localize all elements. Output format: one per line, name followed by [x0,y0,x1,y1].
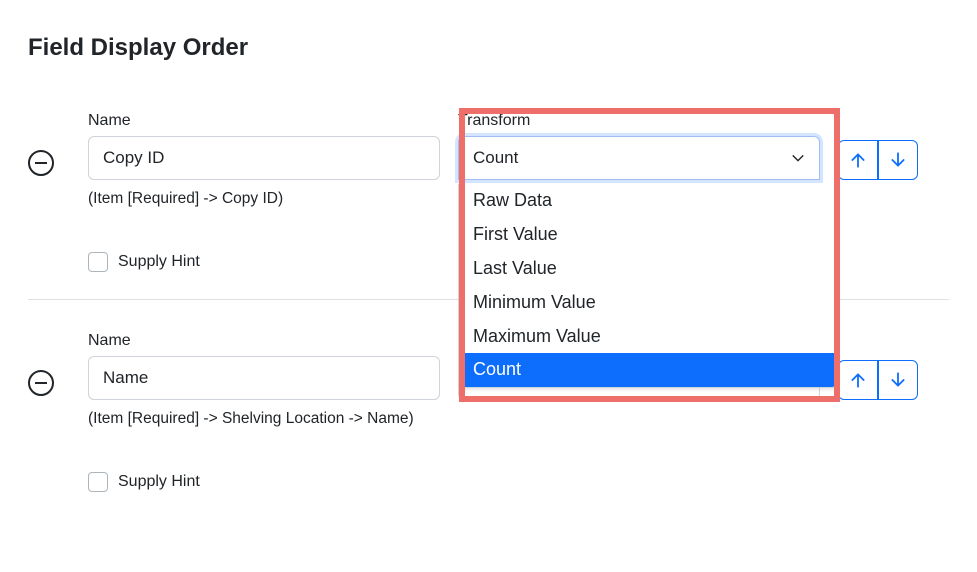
transform-option[interactable]: Last Value [459,252,837,286]
move-up-button[interactable] [838,360,878,400]
transform-option[interactable]: Count [459,353,837,387]
chevron-down-icon [791,151,805,165]
name-input[interactable] [88,136,440,180]
minus-icon [35,162,47,164]
name-label: Name [88,332,440,350]
move-down-button[interactable] [878,360,918,400]
move-down-button[interactable] [878,140,918,180]
field-path: (Item [Required] -> Copy ID) [88,190,440,208]
supply-hint-checkbox[interactable] [88,252,108,272]
arrow-up-icon [849,371,867,389]
page-title: Field Display Order [28,34,949,62]
supply-hint-label: Supply Hint [118,253,200,271]
minus-icon [35,382,47,384]
name-input[interactable] [88,356,440,400]
move-up-button[interactable] [838,140,878,180]
arrow-up-icon [849,151,867,169]
transform-select[interactable]: Count [458,136,820,180]
arrow-down-icon [889,371,907,389]
supply-hint-label: Supply Hint [118,473,200,491]
field-path: (Item [Required] -> Shelving Location ->… [88,410,440,428]
transform-option[interactable]: First Value [459,218,837,252]
remove-field-button[interactable] [28,150,54,176]
name-label: Name [88,112,440,130]
transform-option[interactable]: Maximum Value [459,320,837,354]
arrow-down-icon [889,151,907,169]
transform-option[interactable]: Minimum Value [459,286,837,320]
remove-field-button[interactable] [28,370,54,396]
supply-hint-checkbox[interactable] [88,472,108,492]
transform-dropdown: Raw DataFirst ValueLast ValueMinimum Val… [458,184,838,388]
field-row: Name (Item [Required] -> Copy ID) Supply… [28,112,949,299]
transform-option[interactable]: Raw Data [459,184,837,218]
transform-label: Transform [458,112,820,130]
transform-selected-value: Count [473,148,518,168]
